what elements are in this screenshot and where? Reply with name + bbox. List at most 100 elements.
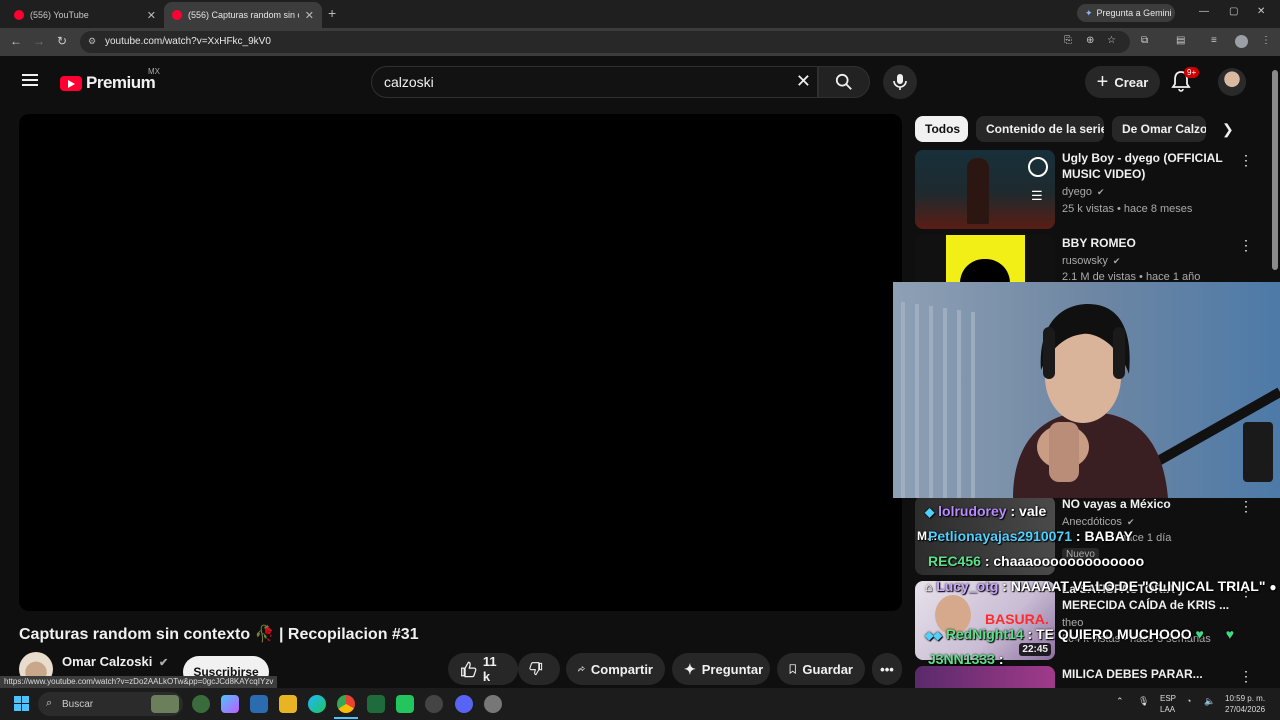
maximize-icon[interactable]: ▢ (1229, 6, 1238, 17)
logo-text: Premium (86, 73, 156, 92)
video-title: Capturas random sin contexto 🥀 | Recopil… (19, 626, 419, 643)
chat-message: Petlionayajas2910071 : BABAY (928, 528, 1133, 544)
recommendation-title[interactable]: Ugly Boy - dyego (OFFICIAL MUSIC VIDEO) (1062, 150, 1232, 182)
back-icon[interactable]: ← (10, 34, 22, 48)
wifi-icon[interactable]: ◔ (1186, 696, 1191, 706)
recommendation-channel[interactable]: Anecdóticos (1062, 516, 1122, 528)
edge-icon[interactable] (308, 695, 326, 713)
extensions-icon[interactable]: ⧉ (1141, 35, 1148, 46)
notifications-button[interactable]: 9+ (1171, 67, 1200, 94)
tray-chevron-icon[interactable]: ⌃ (1116, 696, 1124, 707)
channel-name-row[interactable]: Omar Calzoski ✔ (62, 654, 168, 669)
save-label: Guardar (802, 661, 853, 677)
address-bar[interactable]: ⚙ youtube.com/watch?v=XxHFkc_9kV0 (80, 31, 1130, 53)
create-button[interactable]: + Crear (1085, 66, 1160, 98)
channel-name[interactable]: Omar Calzoski (62, 654, 152, 669)
discord-icon[interactable] (455, 695, 473, 713)
sidepanel-icon[interactable]: ▤ (1176, 35, 1185, 46)
chevron-right-icon[interactable]: ❯ (1222, 121, 1234, 138)
share-button[interactable]: Compartir (566, 653, 665, 685)
voice-search-button[interactable] (883, 65, 917, 99)
recommendation-item[interactable]: MILICA DEBES PARAR... ⋮ (915, 666, 1265, 688)
chip-channel[interactable]: De Omar Calzoski (1112, 116, 1206, 142)
watch-later-icon[interactable] (1028, 157, 1048, 177)
filter-chips: Todos Contenido de la serie De Omar Calz… (915, 116, 1245, 142)
ask-button[interactable]: ✦ Preguntar (672, 653, 770, 685)
clock[interactable]: 10:59 p. m. 27/04/2026 (1225, 693, 1265, 715)
chrome-icon[interactable] (337, 695, 355, 713)
recommendation-item[interactable]: ☰ Ugly Boy - dyego (OFFICIAL MUSIC VIDEO… (915, 150, 1265, 230)
screen: { "browser": { "tabs": [ {"label": "(556… (0, 0, 1280, 720)
scrollbar-thumb[interactable] (1272, 70, 1278, 270)
app-icon-clock[interactable] (425, 695, 443, 713)
clear-search-icon[interactable]: ✕ (796, 71, 811, 92)
media-icon[interactable]: ≡ (1211, 35, 1217, 46)
zoom-icon[interactable]: ⊕ (1086, 35, 1094, 46)
tab-youtube[interactable]: (556) YouTube ✕ (6, 2, 164, 28)
account-avatar[interactable] (1218, 68, 1246, 96)
more-vert-icon[interactable]: ⋮ (1239, 152, 1253, 169)
browser-menu-icon[interactable]: ⋮ (1261, 35, 1271, 46)
video-thumbnail[interactable]: ☰ (915, 150, 1055, 229)
reload-icon[interactable]: ↻ (57, 34, 67, 48)
copilot-icon[interactable] (221, 695, 239, 713)
clock-time: 10:59 p. m. (1225, 694, 1266, 703)
recommendation-title[interactable]: MILICA DEBES PARAR... (1062, 666, 1232, 682)
install-icon[interactable]: ⎘ (1064, 35, 1072, 46)
new-tab-button[interactable]: + (328, 5, 336, 21)
forward-icon[interactable]: → (33, 34, 45, 48)
tab-active-video[interactable]: (556) Capturas random sin contexto ✕ (164, 2, 322, 28)
dislike-button[interactable] (518, 653, 560, 685)
like-button[interactable]: 11 k (448, 653, 518, 685)
search-box[interactable]: calzoski ✕ (371, 66, 818, 98)
language-indicator[interactable]: ESP LAA (1160, 693, 1176, 715)
more-vert-icon[interactable]: ⋮ (1239, 498, 1253, 515)
app-icon-1[interactable] (192, 695, 210, 713)
settings-icon[interactable] (484, 695, 502, 713)
close-icon[interactable]: ✕ (305, 9, 314, 22)
browser-profile-avatar[interactable] (1235, 35, 1248, 48)
youtube-premium-logo[interactable]: Premium MX (60, 67, 160, 93)
add-to-queue-icon[interactable]: ☰ (1031, 188, 1043, 204)
app-icon-green[interactable] (396, 695, 414, 713)
close-icon[interactable]: ✕ (147, 9, 156, 22)
search-icon: ⌕ (46, 697, 53, 709)
ask-label: Preguntar (701, 661, 764, 677)
recommendation-channel-row: rusowsky ✔ (1062, 255, 1120, 267)
store-icon[interactable] (250, 695, 268, 713)
save-button[interactable]: Guardar (777, 653, 865, 685)
chat-username: Lucy_otg (936, 578, 999, 594)
taskbar-search[interactable]: ⌕ Buscar (38, 692, 183, 716)
chip-series[interactable]: Contenido de la serie (976, 116, 1104, 142)
minimize-icon[interactable]: — (1199, 6, 1209, 17)
chat-text: : chaaaooooooooooooo (984, 553, 1145, 569)
search-input[interactable]: calzoski (384, 74, 434, 90)
more-actions-button[interactable]: ••• (872, 653, 902, 685)
file-explorer-icon[interactable] (279, 695, 297, 713)
chat-text: : (998, 651, 1004, 667)
volume-icon[interactable]: 🔈 (1204, 696, 1215, 707)
chip-todos[interactable]: Todos (915, 116, 968, 142)
thumbs-up-icon (461, 661, 477, 678)
excel-icon[interactable] (367, 695, 385, 713)
more-vert-icon[interactable]: ⋮ (1239, 237, 1253, 254)
microphone-tray-icon[interactable]: 🎙 (1138, 696, 1149, 707)
video-player[interactable] (19, 114, 902, 611)
site-info-icon[interactable]: ⚙ (88, 36, 96, 47)
lang-code: ESP (1160, 694, 1177, 703)
recommendation-title[interactable]: BBY ROMEO (1062, 235, 1232, 251)
recommendation-title[interactable]: NO vayas a México (1062, 496, 1232, 512)
bookmark-star-icon[interactable]: ☆ (1107, 35, 1116, 46)
recommendation-channel-row: Anecdóticos ✔ (1062, 516, 1135, 528)
video-thumbnail[interactable] (915, 666, 1055, 688)
chat-text: : TE QUIERO MUCHOOO (1027, 626, 1192, 642)
windows-start-icon[interactable] (14, 696, 29, 711)
gemini-button[interactable]: ✦ Pregunta a Gemini (1077, 4, 1175, 22)
search-button[interactable] (818, 66, 870, 98)
menu-icon[interactable] (22, 74, 38, 86)
url-text[interactable]: youtube.com/watch?v=XxHFkc_9kV0 (105, 36, 271, 47)
recommendation-channel[interactable]: dyego (1062, 186, 1092, 198)
more-vert-icon[interactable]: ⋮ (1239, 668, 1253, 685)
recommendation-channel[interactable]: rusowsky (1062, 255, 1108, 267)
close-window-icon[interactable]: ✕ (1257, 6, 1265, 17)
